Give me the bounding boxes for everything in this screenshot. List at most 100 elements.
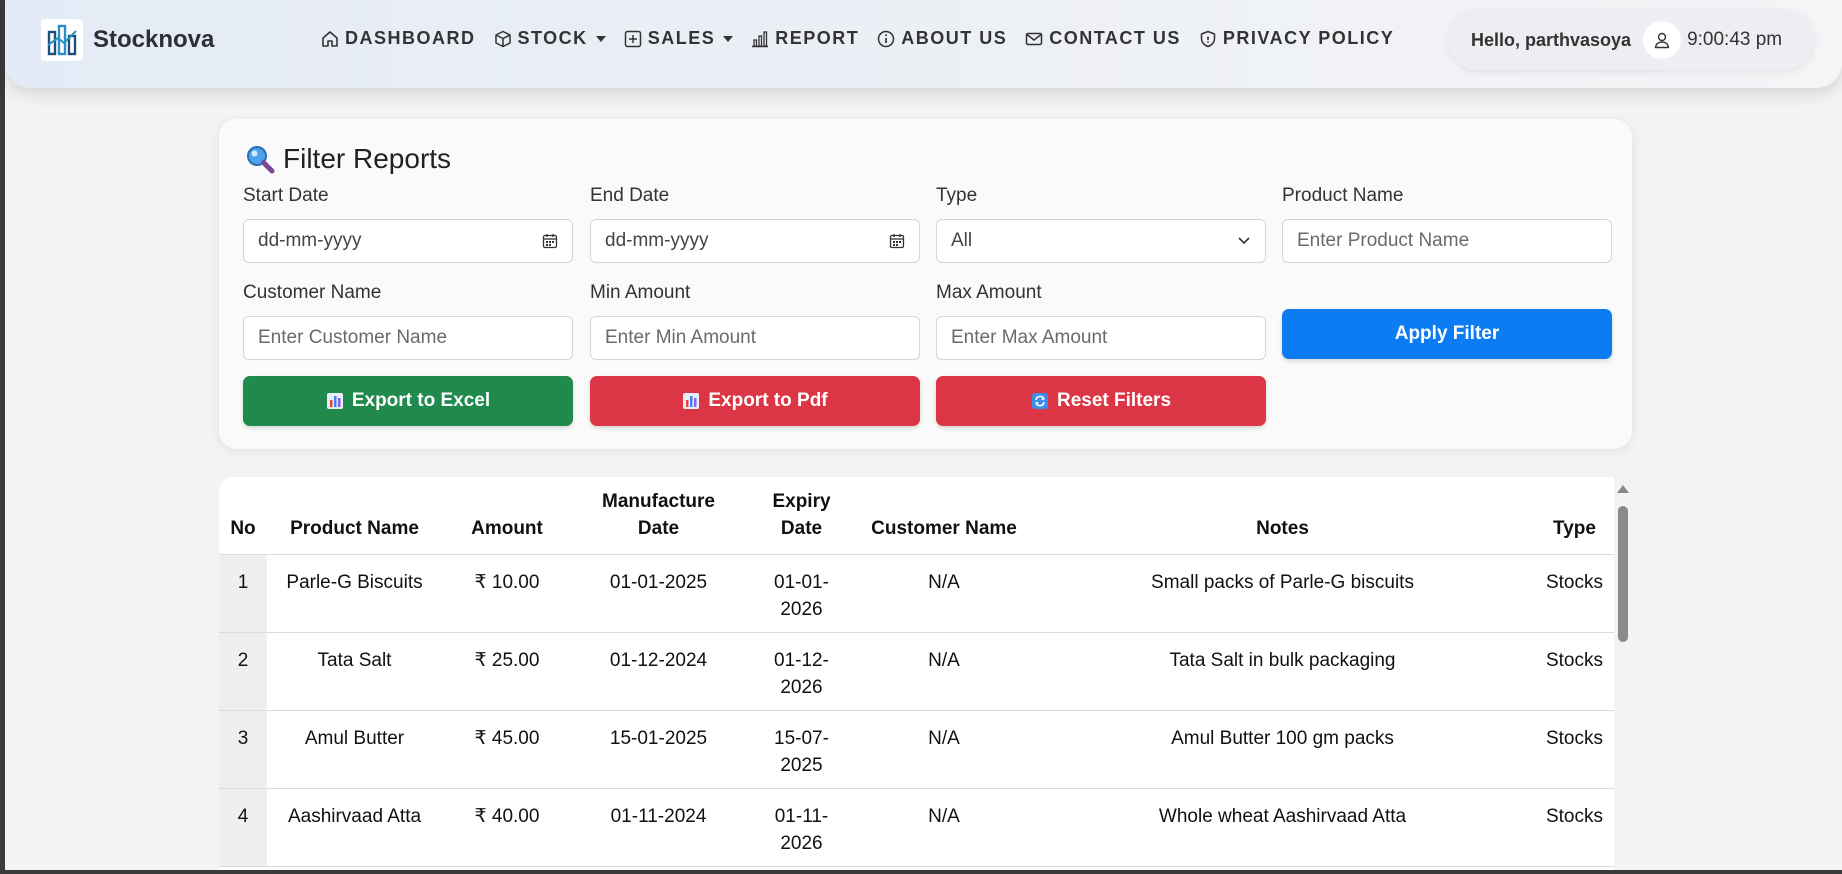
cell-product: Tata Salt (267, 632, 442, 711)
type-select[interactable]: All (936, 219, 1266, 263)
cell-manufacture-date: 01-12-2024 (572, 632, 745, 711)
end-date-group: End Date dd-mm-yyyy (590, 185, 920, 263)
col-header-exp-line1: Expiry (772, 490, 831, 512)
reset-filters-button[interactable]: Reset Filters (936, 376, 1266, 426)
cell-no: 1 (219, 554, 267, 633)
col-header-notes[interactable]: Notes (1030, 477, 1535, 555)
cell-customer: N/A (858, 710, 1030, 789)
cell-type: Stocks (1535, 788, 1614, 867)
nav-report[interactable]: REPORT (751, 28, 859, 49)
nav-sales-label: SALES (647, 28, 716, 48)
col-header-product[interactable]: Product Name (267, 477, 442, 555)
person-icon[interactable] (1643, 21, 1682, 59)
type-group: Type All (936, 185, 1266, 263)
end-date-input[interactable]: dd-mm-yyyy (590, 219, 920, 263)
cell-expiry-date: 01-12- 2026 (745, 632, 858, 711)
min-amount-label: Min Amount (590, 282, 691, 303)
max-amount-label: Max Amount (936, 282, 1042, 303)
nav-dashboard[interactable]: DASHBOARD (321, 28, 476, 49)
max-amount-input[interactable] (951, 327, 1251, 349)
col-header-amount[interactable]: Amount (442, 477, 572, 555)
calendar-icon[interactable] (542, 233, 558, 249)
cell-expiry-line1: 01-01- (774, 571, 829, 593)
building-chart-icon (41, 19, 83, 61)
min-amount-input[interactable] (605, 327, 905, 349)
cell-expiry-date: 15-07- 2025 (745, 710, 858, 789)
chevron-down-icon (1238, 237, 1250, 245)
main-nav: DASHBOARD STOCK SALES REPORT ABOUT US CO… (321, 28, 1412, 49)
end-date-label: End Date (590, 185, 670, 206)
nav-about[interactable]: ABOUT US (877, 28, 1007, 49)
type-value: All (951, 230, 973, 251)
clock: 9:00:43 pm (1687, 29, 1783, 50)
chart-icon (682, 392, 700, 410)
customer-name-input[interactable] (258, 327, 558, 349)
nav-report-label: REPORT (775, 28, 860, 48)
brand[interactable]: Stocknova (41, 19, 214, 61)
nav-privacy[interactable]: PRIVACY POLICY (1199, 28, 1394, 49)
brand-name: Stocknova (93, 26, 215, 53)
window-edge-bottom (0, 870, 1842, 874)
cell-amount: ₹ 25.00 (442, 632, 572, 711)
nav-stock[interactable]: STOCK (494, 28, 606, 49)
cell-product: Aashirvaad Atta (267, 788, 442, 867)
user-box: Hello, parthvasoya 9:00:43 pm (1448, 10, 1814, 70)
start-date-input[interactable]: dd-mm-yyyy (243, 219, 573, 263)
scrollbar-thumb[interactable] (1618, 506, 1628, 642)
col-header-expiry-date[interactable]: Expiry Date (745, 477, 858, 555)
customer-name-label: Customer Name (243, 282, 382, 303)
table-header-row: No Product Name Amount Manufacture Date E… (219, 477, 1614, 555)
user-greeting: Hello, parthvasoya (1471, 29, 1632, 50)
bar-chart-icon (752, 30, 769, 47)
filter-card: Filter Reports Start Date dd-mm-yyyy End… (219, 119, 1632, 449)
nav-about-label: ABOUT US (901, 28, 1008, 48)
product-name-input[interactable] (1297, 230, 1597, 252)
min-amount-field (590, 316, 920, 360)
start-date-label: Start Date (243, 185, 329, 206)
cell-expiry-line1: 15-07- (774, 727, 829, 749)
min-amount-group: Min Amount (590, 282, 920, 360)
plus-square-icon (624, 30, 641, 47)
nav-dashboard-label: DASHBOARD (345, 28, 476, 48)
cell-manufacture-date: 01-11-2024 (572, 788, 745, 867)
cell-customer: N/A (858, 632, 1030, 711)
envelope-icon (1025, 32, 1043, 45)
nav-contact[interactable]: CONTACT US (1025, 28, 1181, 49)
export-excel-label: Export to Excel (351, 390, 491, 411)
cell-product: Parle-G Biscuits (267, 554, 442, 633)
navbar: Stocknova DASHBOARD STOCK SALES REPORT A… (5, 0, 1842, 88)
report-table: No Product Name Amount Manufacture Date E… (219, 477, 1614, 867)
col-header-no[interactable]: No (219, 477, 267, 555)
window-edge-left (0, 0, 5, 874)
scroll-up-arrow-icon[interactable] (1617, 485, 1629, 493)
cell-amount: ₹ 10.00 (442, 554, 572, 633)
col-header-type[interactable]: Type (1535, 477, 1614, 555)
shield-icon (1200, 30, 1216, 47)
cell-expiry-line1: 01-11- (774, 805, 829, 827)
export-excel-button[interactable]: Export to Excel (243, 376, 573, 426)
export-pdf-button[interactable]: Export to Pdf (590, 376, 920, 426)
cell-notes: Whole wheat Aashirvaad Atta (1030, 788, 1535, 867)
cell-notes: Amul Butter 100 gm packs (1030, 710, 1535, 789)
cell-customer: N/A (858, 554, 1030, 633)
table-row: 3 Amul Butter ₹ 45.00 15-01-2025 15-07- 2… (219, 710, 1614, 789)
col-header-customer[interactable]: Customer Name (858, 477, 1030, 555)
product-name-label: Product Name (1282, 185, 1404, 206)
col-header-mfg-line1: Manufacture (602, 490, 715, 512)
table-row: 4 Aashirvaad Atta ₹ 40.00 01-11-2024 01-… (219, 788, 1614, 867)
export-pdf-label: Export to Pdf (708, 390, 828, 411)
cell-expiry-line2: 2026 (780, 598, 823, 620)
box-icon (494, 30, 511, 47)
nav-sales[interactable]: SALES (624, 28, 734, 49)
cell-expiry-line1: 01-12- (774, 649, 829, 671)
calendar-icon[interactable] (889, 233, 905, 249)
max-amount-field (936, 316, 1266, 360)
apply-filter-button[interactable]: Apply Filter (1282, 309, 1612, 359)
table-scrollbar[interactable] (1614, 477, 1632, 874)
col-header-manufacture-date[interactable]: Manufacture Date (572, 477, 745, 555)
max-amount-group: Max Amount (936, 282, 1266, 360)
chevron-down-icon (723, 35, 734, 42)
cell-no: 4 (219, 788, 267, 867)
nav-contact-label: CONTACT US (1049, 28, 1181, 48)
cell-manufacture-date: 01-01-2025 (572, 554, 745, 633)
